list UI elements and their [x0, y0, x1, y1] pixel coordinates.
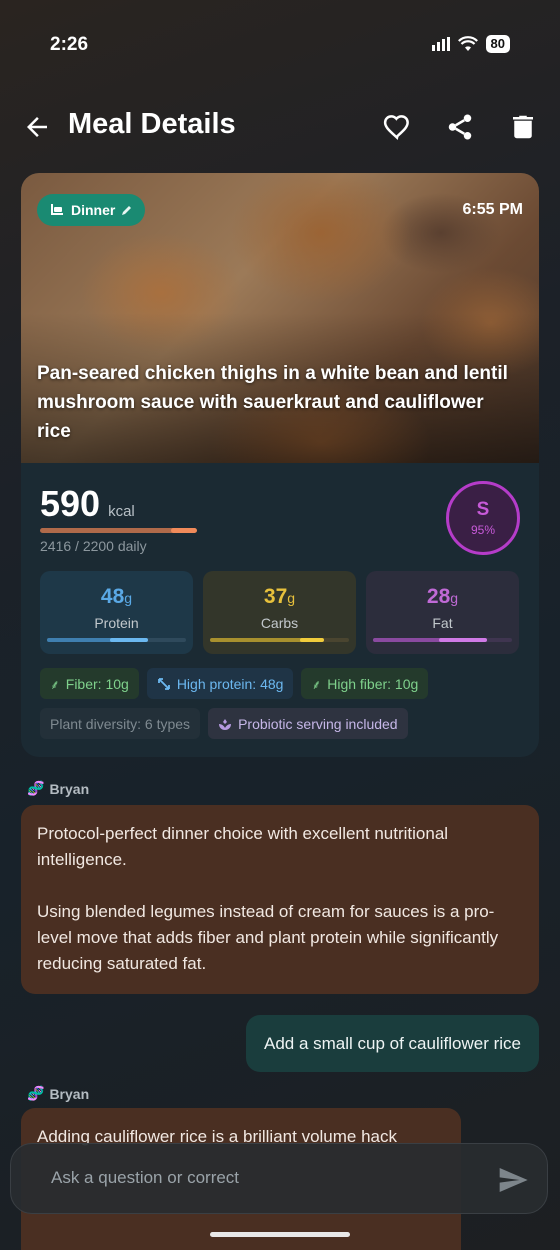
meal-name: Pan-seared chicken thighs in a white bea…: [37, 363, 508, 442]
bot-sender-label: 🧬 Bryan: [27, 1085, 90, 1102]
battery-indicator: 80: [485, 35, 510, 53]
protein-value: 48: [100, 585, 125, 608]
status-time: 2:26: [50, 34, 89, 55]
protein-label: Protein: [94, 615, 139, 631]
macro-card-protein: 48g Protein: [40, 571, 193, 654]
leaf-icon: ⸙: [311, 676, 322, 692]
header: Meal Details: [0, 100, 560, 152]
macro-card-carbs: 37g Carbs: [203, 571, 356, 654]
leaf-icon: ⸙: [50, 676, 60, 692]
meal-photo: Dinner 6:55 PM Pan-seared chicken thighs…: [21, 173, 539, 463]
dinner-icon: [51, 204, 63, 215]
calorie-overage-segment: [171, 528, 197, 533]
meal-score-badge[interactable]: S 95%: [446, 481, 520, 555]
back-arrow-icon[interactable]: [22, 112, 52, 142]
chat-input-placeholder[interactable]: Ask a question or correct: [51, 1168, 239, 1188]
bot-sender-label: 🧬 Bryan: [27, 780, 90, 797]
bot-message: Protocol-perfect dinner choice with exce…: [21, 805, 539, 994]
macro-summary: 48g Protein 37g Carbs 28g Fat: [40, 571, 520, 654]
pencil-edit-icon: [122, 206, 132, 215]
protein-bar: [47, 638, 186, 642]
fat-bar: [373, 638, 512, 642]
meal-type-chip[interactable]: Dinner: [37, 194, 146, 226]
macro-card-fat: 28g Fat: [366, 571, 519, 654]
carbs-unit: g: [287, 590, 296, 606]
dna-icon: 🧬: [27, 1085, 45, 1101]
tag-probiotic: Probiotic serving included: [208, 708, 408, 739]
signal-icon: [431, 37, 450, 51]
home-indicator[interactable]: [210, 1232, 350, 1237]
calorie-value: 590: [40, 483, 101, 524]
status-bar: 2:26 80: [0, 0, 560, 90]
calorie-total: 590 kcal: [40, 483, 135, 525]
page-title: Meal Details: [68, 108, 236, 140]
probiotic-icon: [219, 718, 232, 730]
user-message: Add a small cup of cauliflower rice: [245, 1015, 539, 1072]
favorite-heart-icon[interactable]: [382, 112, 412, 142]
meal-time: 6:55 PM: [462, 201, 523, 218]
status-icons: 80: [431, 35, 510, 53]
bot-message-paragraph: Using blended legumes instead of cream f…: [37, 902, 499, 973]
bot-message-paragraph: Protocol-perfect dinner choice with exce…: [37, 824, 449, 869]
fat-unit: g: [450, 590, 459, 606]
nutrition-tags: ⸙ Fiber: 10g High protein: 48g ⸙ High fi…: [40, 668, 520, 748]
daily-calorie-summary: 2416 / 2200 daily: [40, 538, 147, 554]
calorie-unit: kcal: [108, 503, 135, 520]
meal-card: Dinner 6:55 PM Pan-seared chicken thighs…: [21, 173, 539, 757]
protein-unit: g: [124, 590, 133, 606]
daily-calorie-progress-bar: [40, 528, 197, 533]
score-letter: S: [476, 499, 490, 520]
score-percent: 95%: [470, 523, 496, 537]
chat-input-bar[interactable]: Ask a question or correct: [10, 1143, 548, 1214]
send-icon[interactable]: [497, 1164, 529, 1196]
tag-plant-diversity: Plant diversity: 6 types: [40, 708, 201, 739]
tag-high-protein: High protein: 48g: [146, 668, 294, 699]
dna-icon: 🧬: [27, 780, 45, 796]
carbs-bar: [210, 638, 349, 642]
tag-fiber: ⸙ Fiber: 10g: [40, 668, 139, 699]
wifi-icon: [457, 36, 478, 51]
carbs-value: 37: [263, 585, 288, 608]
trash-icon[interactable]: [508, 112, 538, 142]
share-icon[interactable]: [445, 112, 475, 142]
carbs-label: Carbs: [260, 615, 299, 631]
tag-high-fiber: ⸙ High fiber: 10g: [301, 668, 429, 699]
fat-value: 28: [426, 585, 451, 608]
meal-type-label: Dinner: [71, 202, 116, 218]
trend-arrows-icon: [157, 677, 170, 690]
fat-label: Fat: [432, 615, 453, 631]
